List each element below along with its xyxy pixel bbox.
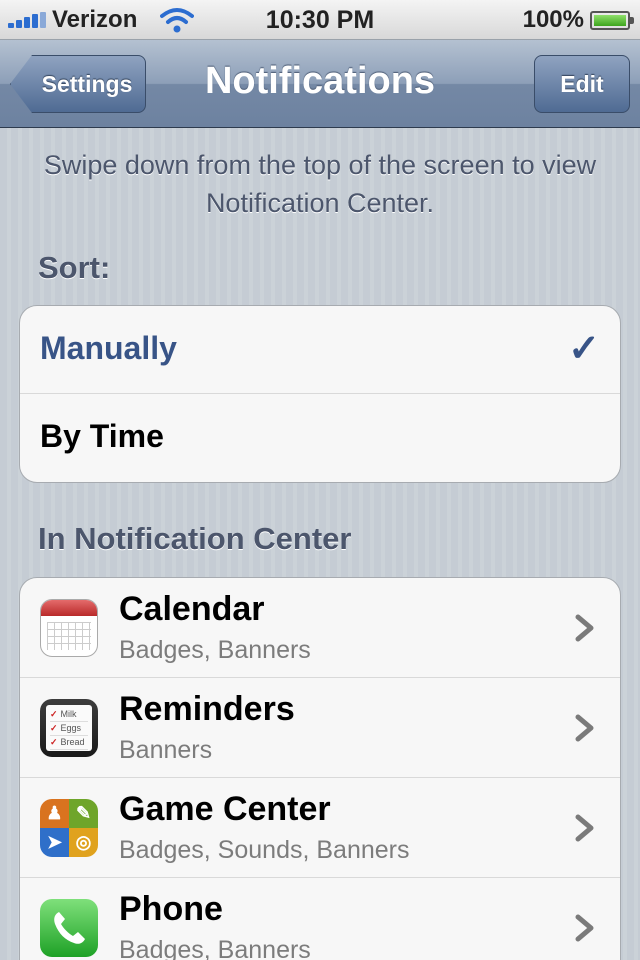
list-item-reminders[interactable]: ✓ Milk ✓ Eggs ✓ Bread Reminders Banners <box>20 678 620 778</box>
chevron-right-icon <box>575 814 594 842</box>
app-alert-style: Badges, Banners <box>119 636 311 664</box>
sort-option-by-time[interactable]: By Time <box>20 394 620 482</box>
sort-option-label: By Time <box>40 418 164 454</box>
edit-button[interactable]: Edit <box>534 55 630 113</box>
reminders-icon: ✓ Milk ✓ Eggs ✓ Bread <box>40 699 98 757</box>
sort-option-label: Manually <box>40 330 177 366</box>
status-bar: Verizon 10:30 PM 100% <box>0 0 640 40</box>
game-center-icon: ♟ ✎ ➤ ◎ <box>40 799 98 857</box>
app-alert-style: Banners <box>119 736 213 764</box>
reminder-text: Milk <box>60 709 77 719</box>
list-item-calendar[interactable]: Calendar Badges, Banners <box>20 578 620 678</box>
notification-center-hint: Swipe down from the top of the screen to… <box>43 150 597 218</box>
app-alert-style: Badges, Sounds, Banners <box>119 836 410 864</box>
battery-icon <box>590 11 634 30</box>
battery-percentage: 100% <box>522 6 584 33</box>
app-name: Phone <box>119 890 223 928</box>
chevron-right-icon <box>575 714 594 742</box>
reminder-text: Bread <box>60 737 85 747</box>
notification-center-header: In Notification Center <box>38 521 352 556</box>
sort-option-manually[interactable]: Manually ✓ <box>20 306 620 394</box>
app-name: Game Center <box>119 790 331 828</box>
app-alert-style: Badges, Banners <box>119 936 311 960</box>
sort-header: Sort: <box>38 250 111 285</box>
phone-icon <box>40 899 98 957</box>
list-item-game-center[interactable]: ♟ ✎ ➤ ◎ Game Center Badges, Sounds, Bann… <box>20 778 620 878</box>
navigation-bar: Settings Notifications Edit <box>0 40 640 128</box>
sort-group: Manually ✓ By Time <box>19 305 621 483</box>
app-name: Reminders <box>119 690 295 728</box>
checkmark-icon: ✓ <box>568 328 600 370</box>
app-name: Calendar <box>119 590 265 628</box>
list-item-phone[interactable]: Phone Badges, Banners <box>20 878 620 960</box>
chevron-right-icon <box>575 614 594 642</box>
notification-center-list: Calendar Badges, Banners ✓ Milk ✓ Eggs ✓ Br… <box>19 577 621 960</box>
chevron-right-icon <box>575 914 594 942</box>
calendar-icon <box>40 599 98 657</box>
reminder-text: Eggs <box>60 723 82 733</box>
